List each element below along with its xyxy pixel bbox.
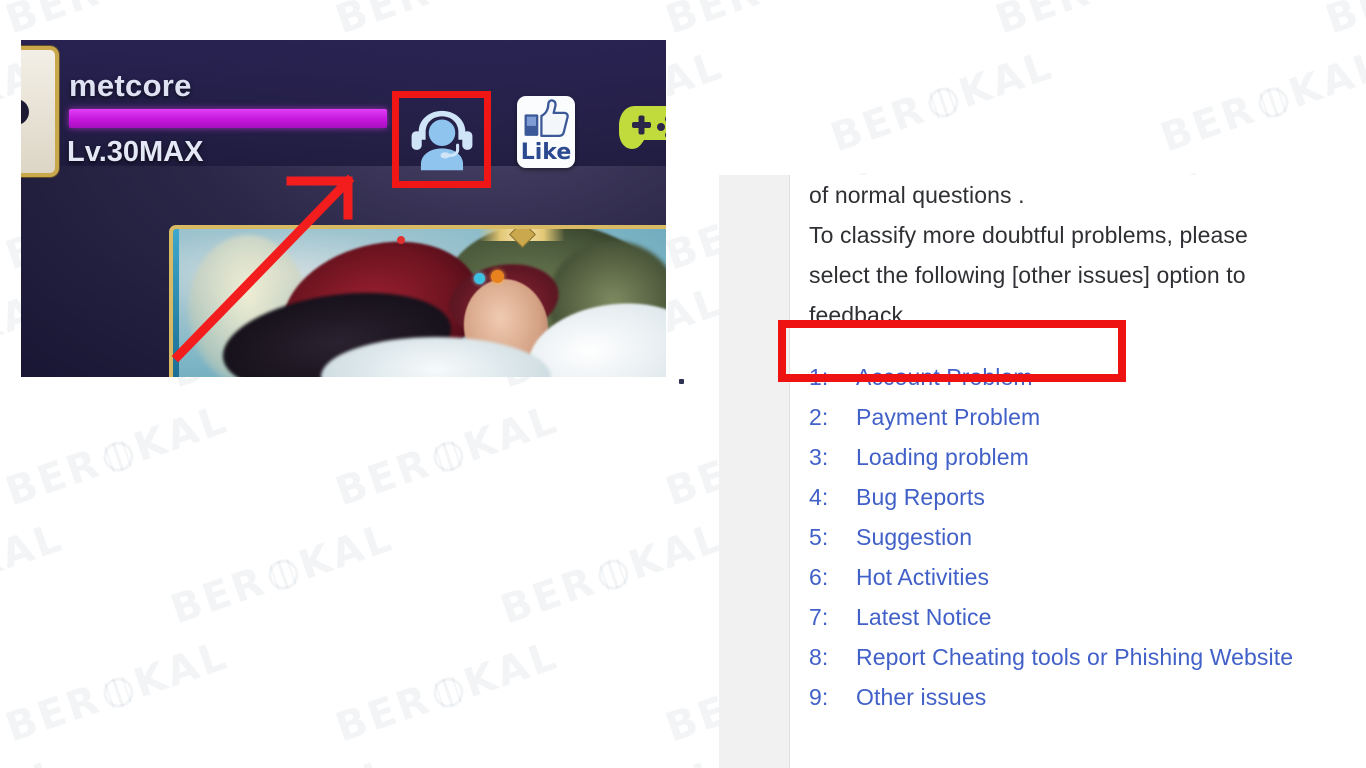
issue-label[interactable]: Bug Reports [856,477,1358,517]
page-root: metcore Lv.30MAX Like of normal question… [0,0,1366,768]
issue-label[interactable]: Loading problem [856,437,1358,477]
help-paragraph-line-2: To classify more doubtful problems, plea… [809,222,1248,248]
help-page-left-gutter [719,175,790,768]
facebook-like-label: Like [520,140,572,165]
gamepad-controller-icon[interactable] [617,98,666,160]
issue-label[interactable]: Payment Problem [856,397,1358,437]
watermark-text: BERKAL [0,632,235,752]
watermark-text: BERKAL [0,0,234,43]
issue-number: 6: [809,564,829,590]
watermark-text: BERKAL [990,0,1224,43]
issue-list-item[interactable]: 1: Account Problem [809,357,1358,397]
help-paragraph-line-1: of normal questions . [809,182,1025,208]
watermark-text: BERKAL [0,750,69,768]
issue-list-item[interactable]: 4: Bug Reports [809,477,1358,517]
watermark-text: BERKAL [495,750,729,768]
issue-list-item[interactable]: 3: Loading problem [809,437,1358,477]
watermark-text: BERKAL [0,396,235,516]
watermark-text: BERKAL [330,0,564,43]
watermark-text: BERKAL [330,396,565,516]
xp-progress-bar [69,109,387,128]
watermark-text: BERKAL [330,632,565,752]
issue-label[interactable]: Suggestion [856,517,1358,557]
watermark-text: BERKAL [165,514,400,634]
player-profile-bar: metcore Lv.30MAX Like [21,40,666,188]
issue-list-item[interactable]: 2: Payment Problem [809,397,1358,437]
stray-punctuation-dot [679,379,684,384]
issue-label[interactable]: Hot Activities [856,557,1358,597]
issue-number: 8: [809,644,829,670]
issue-label[interactable]: Report Cheating tools or Phishing Websit… [856,637,1358,677]
watermark-text: BERKAL [165,750,399,768]
help-paragraph-line-4: feedback . [809,302,917,328]
watermark-text: BERKAL [660,0,894,43]
game-screenshot-image: metcore Lv.30MAX Like [21,40,666,377]
issue-category-list: 1: Account Problem 2: Payment Problem 3:… [809,357,1358,717]
facebook-thumbs-up-icon [524,99,569,138]
facebook-like-button[interactable]: Like [517,96,575,168]
issue-number: 9: [809,684,829,710]
help-text-body: of normal questions . To classify more d… [809,175,1358,717]
hero-card-ornament-icon [478,229,565,241]
player-avatar-frame-icon[interactable] [21,46,59,177]
issue-list-item[interactable]: 8: Report Cheating tools or Phishing Web… [809,637,1358,677]
issue-number: 5: [809,524,829,550]
help-content-panel: of normal questions . To classify more d… [790,175,1366,768]
issue-list-item[interactable]: 5: Suggestion [809,517,1358,557]
issue-label[interactable]: Account Problem [856,357,1358,397]
customer-service-highlight-box [392,91,491,188]
help-paragraph-line-3: select the following [other issues] opti… [809,262,1246,288]
hero-artwork [173,229,666,377]
watermark-text: BERKAL [0,514,70,590]
watermark-text: BERKAL [495,514,730,634]
player-level-label: Lv.30MAX [67,136,204,168]
issue-number: 4: [809,484,829,510]
player-name: metcore [69,68,192,103]
watermark-text: BERKAL [1320,0,1366,44]
issue-number: 7: [809,604,829,630]
issue-list-item[interactable]: 7: Latest Notice [809,597,1358,637]
xp-progress-fill [69,109,387,128]
issue-list-item[interactable]: 9: Other issues [809,677,1358,717]
issue-label[interactable]: Latest Notice [856,597,1358,637]
issue-number: 1: [809,364,829,390]
watermark-text: BERKAL [825,42,1060,162]
issue-number: 2: [809,404,829,430]
watermark-text: BERKAL [1155,42,1366,162]
issue-label[interactable]: Other issues [856,677,1358,717]
issue-number: 3: [809,444,829,470]
hero-splash-card[interactable] [169,225,666,377]
issue-list-item[interactable]: 6: Hot Activities [809,557,1358,597]
